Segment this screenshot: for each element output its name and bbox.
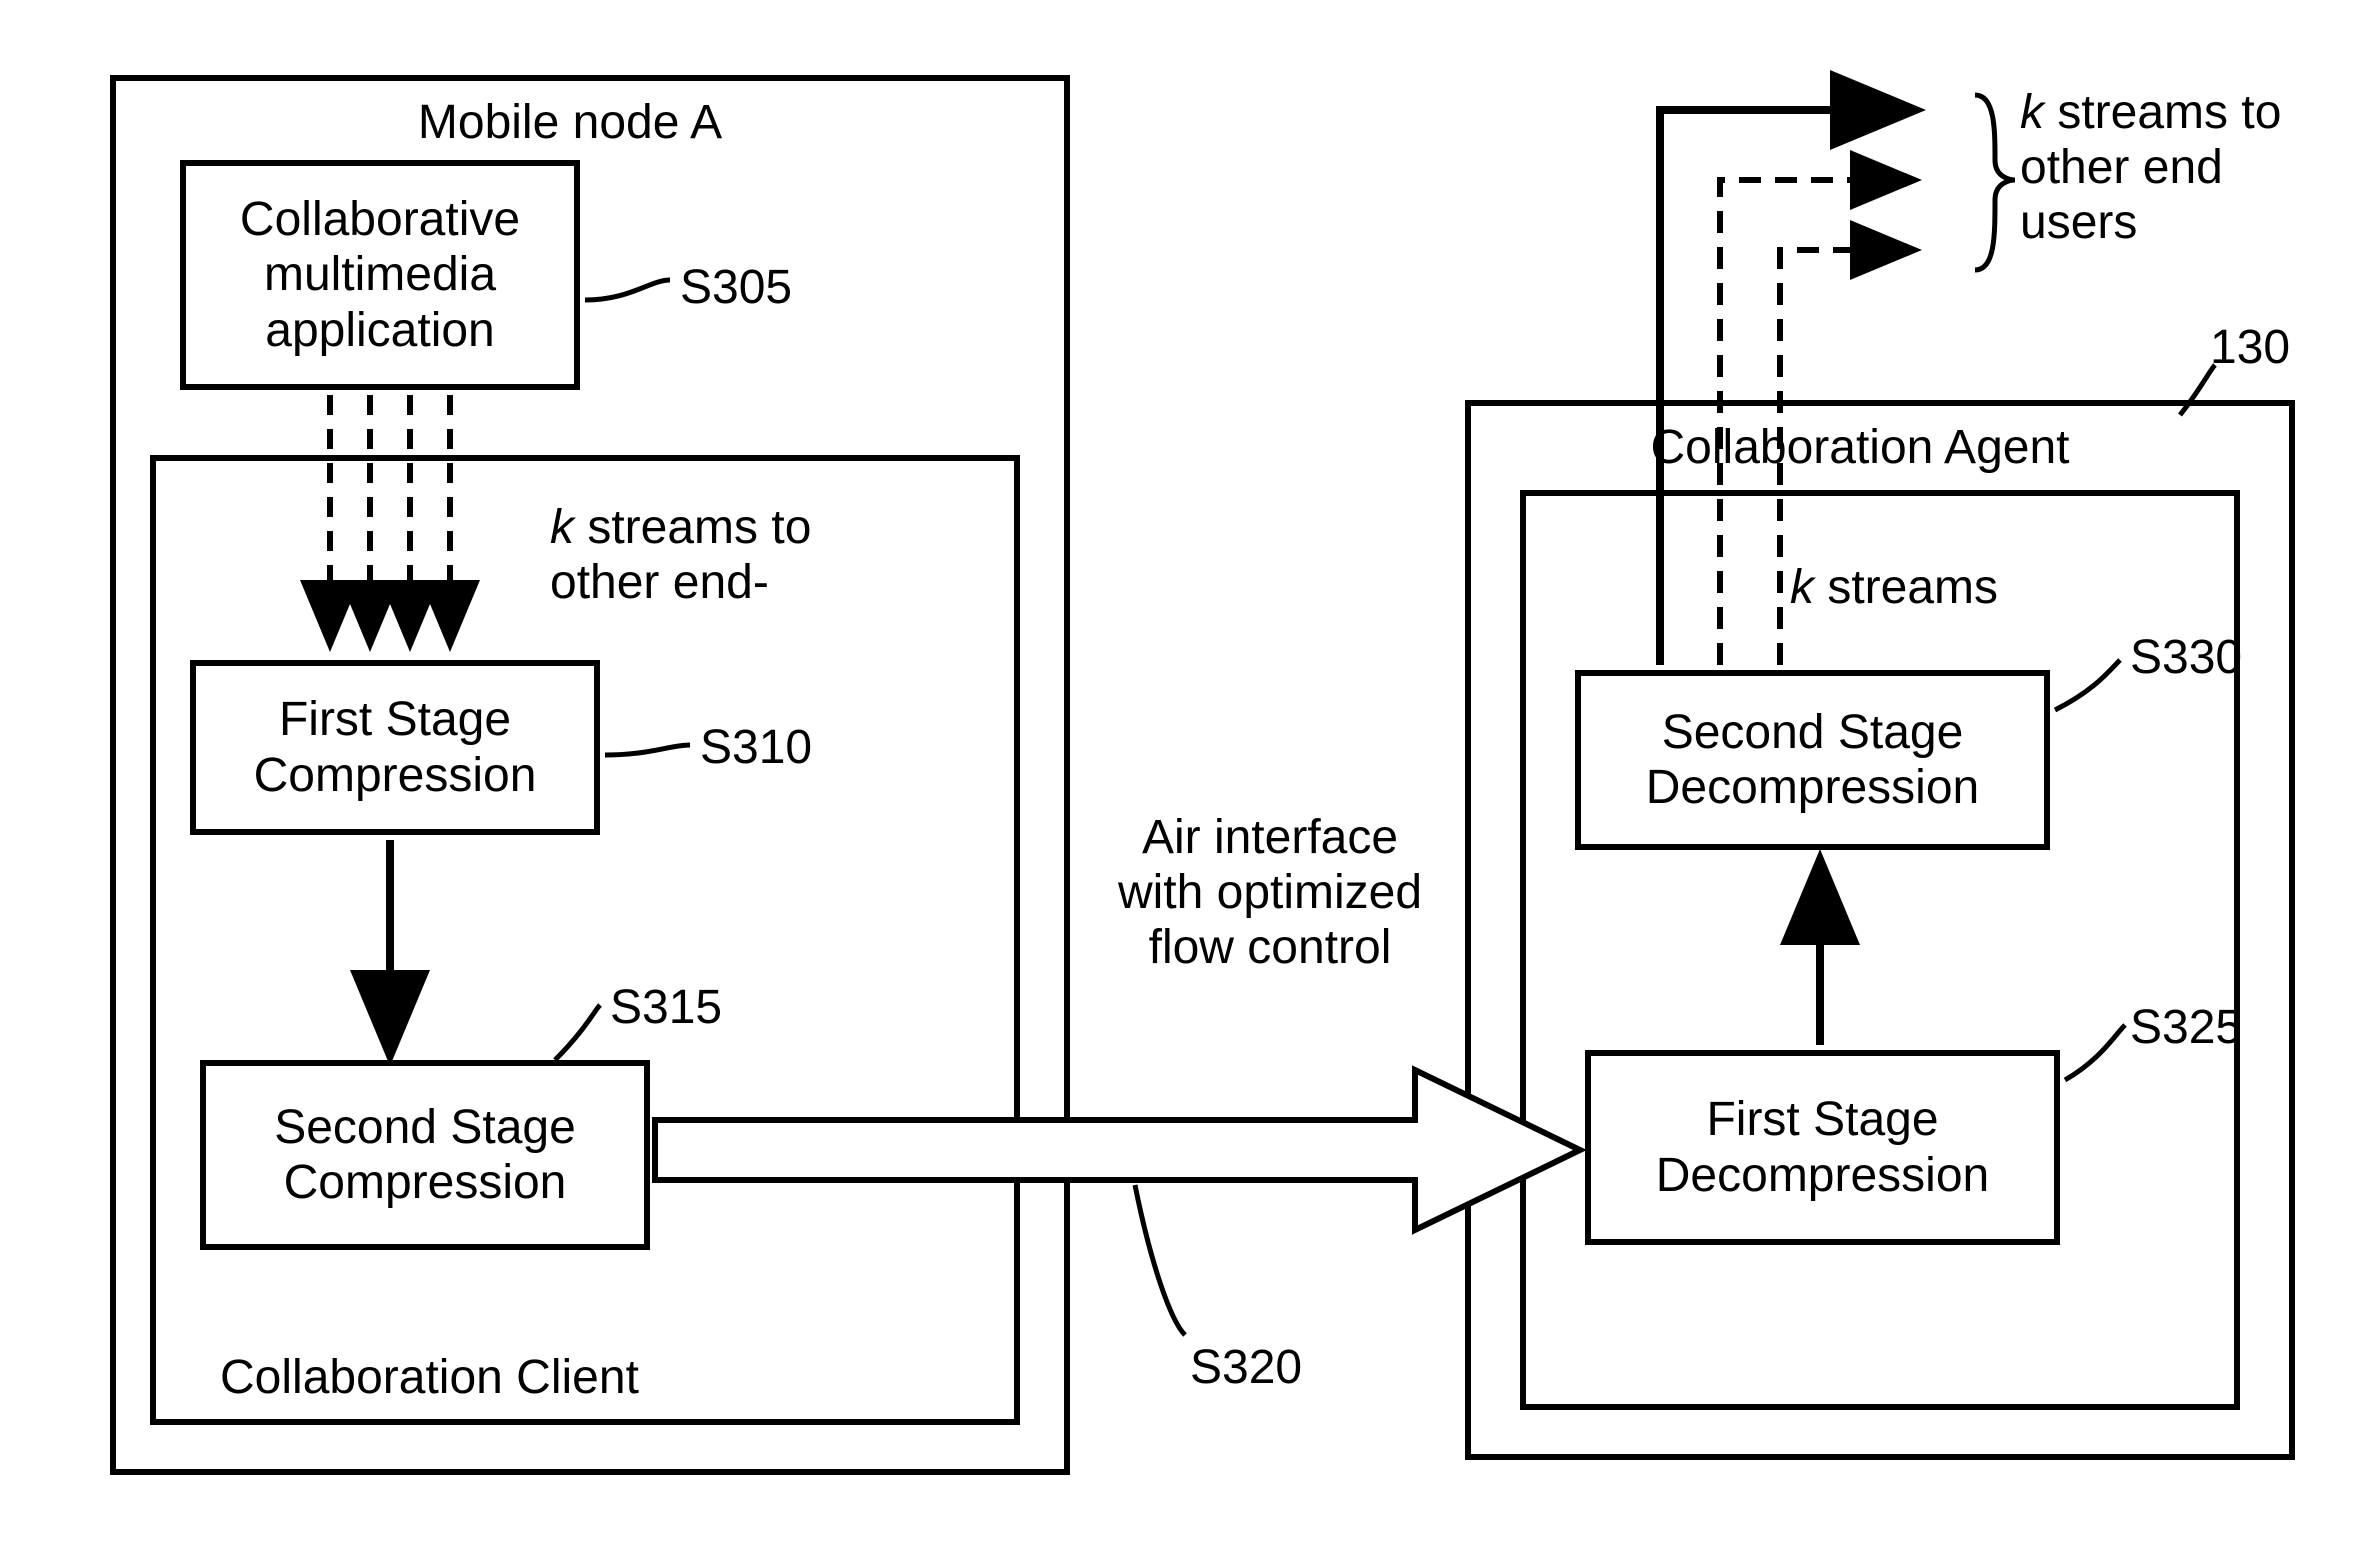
top-right-k-rest: streams to other end users: [2020, 86, 2281, 249]
collab-app-ref: S305: [680, 260, 792, 315]
collab-agent-ref: 130: [2210, 320, 2290, 375]
right-k-streams-note: k streams: [1790, 560, 2090, 615]
second-stage-decompression-label: Second Stage Decompression: [1646, 705, 1979, 815]
collab-app-box: Collaborative multimedia application: [180, 160, 580, 390]
air-interface-label: Air interface with optimized flow contro…: [1100, 810, 1440, 976]
first-stage-compression-label: First Stage Compression: [254, 692, 537, 802]
air-interface-ref: S320: [1190, 1340, 1302, 1395]
left-k-italic: k: [550, 501, 574, 554]
top-right-k-italic: k: [2020, 86, 2044, 139]
first-stage-decompression-box: First Stage Decompression: [1585, 1050, 2060, 1245]
right-k-rest: streams: [1814, 561, 1998, 614]
collab-agent-inner-box: [1520, 490, 2240, 1410]
diagram-canvas: Mobile node A Collaborative multimedia a…: [20, 20, 2353, 1535]
collab-app-label: Collaborative multimedia application: [240, 192, 520, 358]
left-k-streams-note: k streams to other end-: [550, 500, 950, 610]
collab-client-title: Collaboration Client: [220, 1350, 700, 1405]
first-stage-decompression-ref: S325: [2130, 1000, 2242, 1055]
left-k-rest: streams to other end-: [550, 501, 811, 609]
mobile-node-a-title: Mobile node A: [320, 95, 820, 150]
second-stage-decompression-ref: S330: [2130, 630, 2242, 685]
second-stage-compression-ref: S315: [610, 980, 722, 1035]
top-right-k-streams-note: k streams to other end users: [2020, 85, 2353, 251]
collab-agent-title: Collaboration Agent: [1600, 420, 2120, 475]
right-k-italic: k: [1790, 561, 1814, 614]
first-stage-decompression-label: First Stage Decompression: [1656, 1092, 1989, 1202]
first-stage-compression-ref: S310: [700, 720, 812, 775]
second-stage-decompression-box: Second Stage Decompression: [1575, 670, 2050, 850]
first-stage-compression-box: First Stage Compression: [190, 660, 600, 835]
second-stage-compression-box: Second Stage Compression: [200, 1060, 650, 1250]
second-stage-compression-label: Second Stage Compression: [274, 1100, 576, 1210]
